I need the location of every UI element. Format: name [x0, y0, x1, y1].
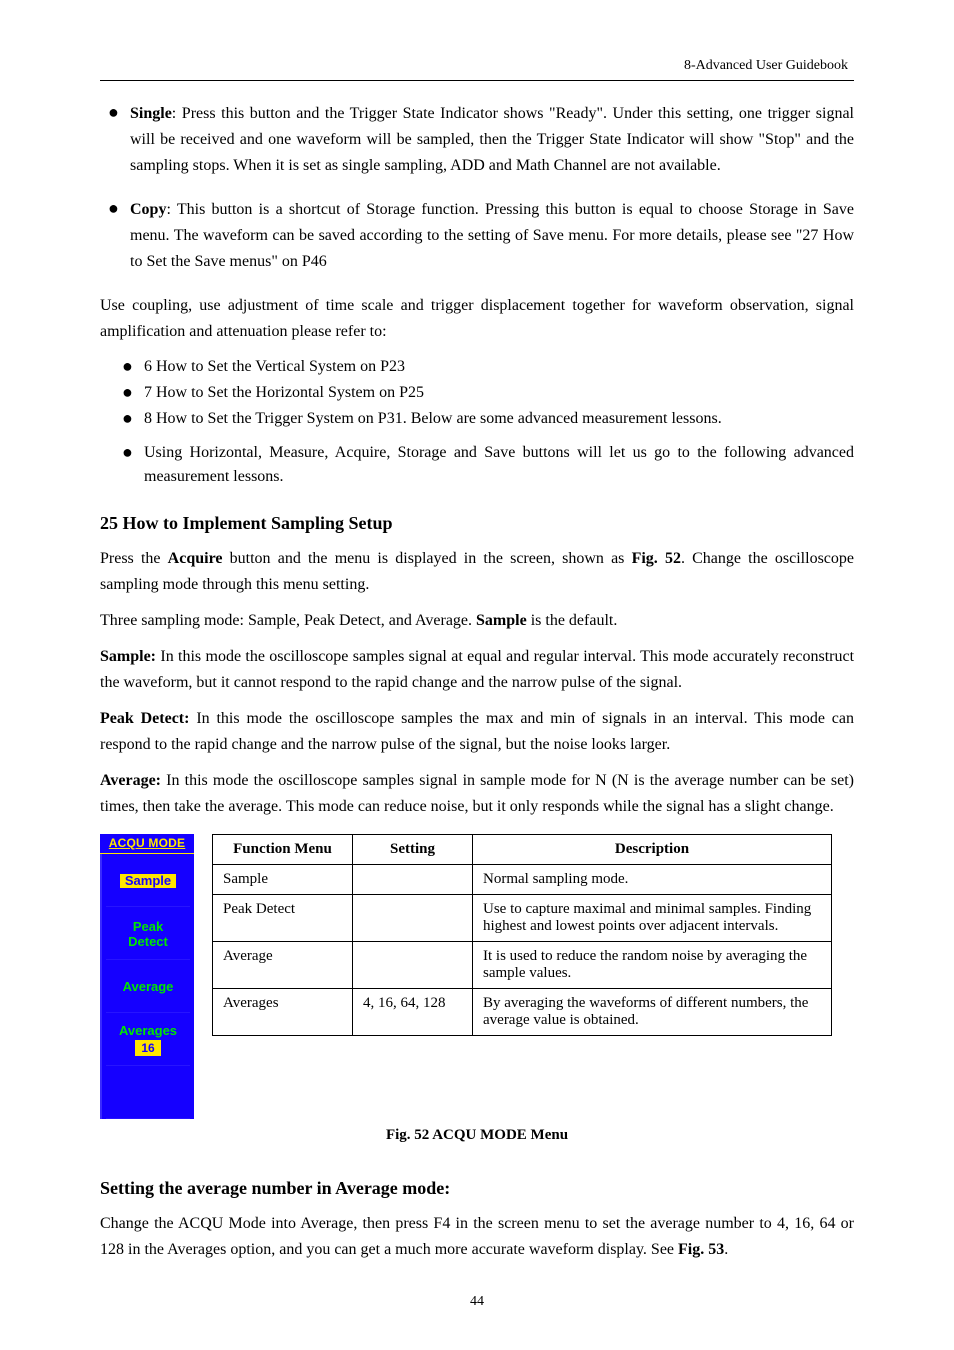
- menu-item-peak-detect[interactable]: Peak Detect: [100, 907, 194, 960]
- bullet-copy: Copy: This button is a shortcut of Stora…: [130, 197, 854, 275]
- para-average-desc: Average: In this mode the oscilloscope s…: [100, 768, 854, 820]
- menu-item-averages[interactable]: Averages 16: [100, 1013, 194, 1066]
- page-header: 8-Advanced User Guidebook: [100, 58, 854, 74]
- header-divider: [100, 80, 854, 81]
- bullet-icon: ●: [114, 355, 144, 379]
- short-bullet-1: 6 How to Set the Vertical System on P23: [144, 355, 854, 379]
- para-sample-desc: Sample: In this mode the oscilloscope sa…: [100, 644, 854, 696]
- short-bullet-3: 8 How to Set the Trigger System on P31. …: [144, 407, 854, 431]
- table-row: Averages 4, 16, 64, 128 By averaging the…: [213, 989, 832, 1036]
- para-modes-summary: Three sampling mode: Sample, Peak Detect…: [100, 608, 854, 634]
- figure-caption: Fig. 52 ACQU MODE Menu: [100, 1127, 854, 1144]
- th-description: Description: [473, 835, 832, 865]
- bullet-single: Single: Press this button and the Trigge…: [130, 101, 854, 179]
- short-list-intro: Use coupling, use adjustment of time sca…: [100, 293, 854, 345]
- para-average-setting: Change the ACQU Mode into Average, then …: [100, 1211, 854, 1263]
- table-row: Peak Detect Use to capture maximal and m…: [213, 895, 832, 942]
- heading-sampling-setup: 25 How to Implement Sampling Setup: [100, 513, 854, 534]
- acqu-mode-title: ACQU MODE: [100, 834, 194, 854]
- page-number: 44: [0, 1294, 954, 1310]
- para-peak-desc: Peak Detect: In this mode the oscillosco…: [100, 706, 854, 758]
- bullet-icon: ●: [114, 441, 144, 489]
- menu-item-empty: [100, 1066, 194, 1119]
- short-bullet-4: Using Horizontal, Measure, Acquire, Stor…: [144, 441, 854, 489]
- menu-item-sample[interactable]: Sample: [100, 854, 194, 907]
- menu-item-average[interactable]: Average: [100, 960, 194, 1013]
- para-acquire-intro: Press the Acquire button and the menu is…: [100, 546, 854, 598]
- heading-average-setting: Setting the average number in Average mo…: [100, 1178, 854, 1199]
- acqu-mode-panel: ACQU MODE Sample Peak Detect Average Ave…: [100, 834, 194, 1119]
- th-function-menu: Function Menu: [213, 835, 353, 865]
- table-row: Sample Normal sampling mode.: [213, 865, 832, 895]
- th-setting: Setting: [353, 835, 473, 865]
- bullet-icon: ●: [114, 381, 144, 405]
- acqu-mode-table: Function Menu Setting Description Sample…: [212, 834, 832, 1036]
- bullet-icon: ●: [114, 407, 144, 431]
- short-bullet-2: 7 How to Set the Horizontal System on P2…: [144, 381, 854, 405]
- bullet-icon: ●: [100, 101, 130, 179]
- bullet-icon: ●: [100, 197, 130, 275]
- table-row: Average It is used to reduce the random …: [213, 942, 832, 989]
